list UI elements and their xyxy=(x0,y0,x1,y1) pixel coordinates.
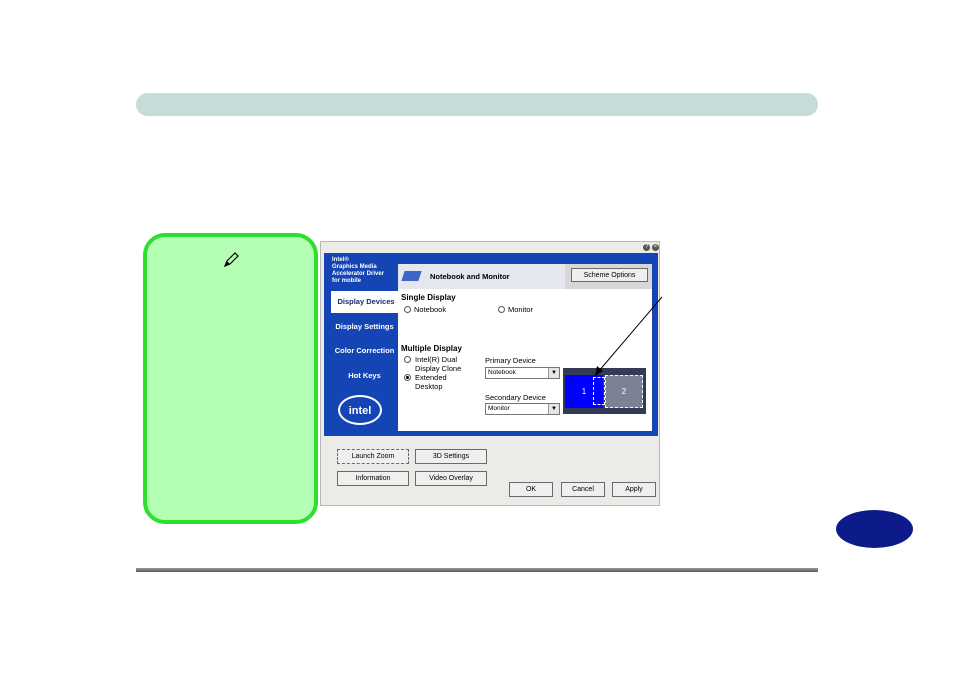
extended-label-line1: Extended xyxy=(415,373,447,382)
chevron-down-icon: ▼ xyxy=(548,368,559,378)
close-icon[interactable]: × xyxy=(652,244,659,251)
notebook-radio-label: Notebook xyxy=(414,305,447,314)
content-title: Notebook and Monitor xyxy=(430,272,510,281)
display-arrangement-preview: 1 2 xyxy=(563,368,646,414)
cancel-button[interactable]: Cancel xyxy=(561,482,605,497)
question-icon[interactable]: ? xyxy=(643,244,650,251)
monitor-radio-label: Monitor xyxy=(508,305,534,314)
ok-button[interactable]: OK xyxy=(509,482,553,497)
scheme-options-button[interactable]: Scheme Options xyxy=(571,268,648,282)
display-icon xyxy=(401,271,422,281)
extended-desktop-radio[interactable] xyxy=(404,374,411,381)
multiple-display-heading: Multiple Display xyxy=(401,344,462,353)
intel-logo: intel xyxy=(338,395,382,425)
nav-hot-keys[interactable]: Hot Keys xyxy=(331,365,398,387)
chevron-down-icon: ▼ xyxy=(548,404,559,414)
3d-settings-button[interactable]: 3D Settings xyxy=(415,449,487,464)
pencil-icon xyxy=(223,252,239,268)
main-panel: Intel® Graphics Media Accelerator Driver… xyxy=(324,253,658,436)
monitor-radio[interactable] xyxy=(498,306,505,313)
extended-label-line2: Desktop xyxy=(415,382,443,391)
primary-device-select[interactable]: Notebook ▼ xyxy=(485,367,560,379)
monitor-2-preview[interactable]: 2 xyxy=(605,375,643,408)
launch-zoom-button[interactable]: Launch Zoom xyxy=(337,449,409,464)
dual-display-clone-radio[interactable] xyxy=(404,356,411,363)
nav-display-devices[interactable]: Display Devices xyxy=(331,291,401,313)
secondary-device-label: Secondary Device xyxy=(485,393,546,402)
secondary-device-value: Monitor xyxy=(488,405,510,412)
display-devices-content: Notebook and Monitor Scheme Options Sing… xyxy=(398,264,652,431)
footer-rule xyxy=(136,568,818,572)
brand-line: Accelerator Driver xyxy=(332,271,385,277)
apply-button[interactable]: Apply xyxy=(612,482,656,497)
primary-device-label: Primary Device xyxy=(485,356,536,365)
window-title-bar: ? × xyxy=(321,242,659,253)
brand-line: for mobile xyxy=(332,278,362,284)
content-header: Notebook and Monitor Scheme Options xyxy=(398,264,652,289)
clone-label-line1: Intel(R) Dual xyxy=(415,355,458,364)
notebook-radio[interactable] xyxy=(404,306,411,313)
product-brand: Intel® Graphics Media Accelerator Driver… xyxy=(332,257,384,285)
scheme-tab: Scheme Options xyxy=(565,264,652,289)
primary-device-value: Notebook xyxy=(488,369,516,376)
page-number-badge xyxy=(836,510,913,548)
display-overlap-indicator xyxy=(593,377,605,405)
note-callout-box xyxy=(143,233,318,524)
brand-line: Intel® xyxy=(332,257,349,263)
video-overlay-button[interactable]: Video Overlay xyxy=(415,471,487,486)
page-header-bar xyxy=(136,93,818,116)
clone-label-line2: Display Clone xyxy=(415,364,462,373)
single-display-heading: Single Display xyxy=(401,293,456,302)
secondary-device-select[interactable]: Monitor ▼ xyxy=(485,403,560,415)
intel-graphics-window: ? × Intel® Graphics Media Accelerator Dr… xyxy=(320,241,660,506)
nav-color-correction[interactable]: Color Correction xyxy=(331,340,398,362)
nav-display-settings[interactable]: Display Settings xyxy=(331,316,398,338)
information-button[interactable]: Information xyxy=(337,471,409,486)
brand-line: Graphics Media xyxy=(332,264,377,270)
